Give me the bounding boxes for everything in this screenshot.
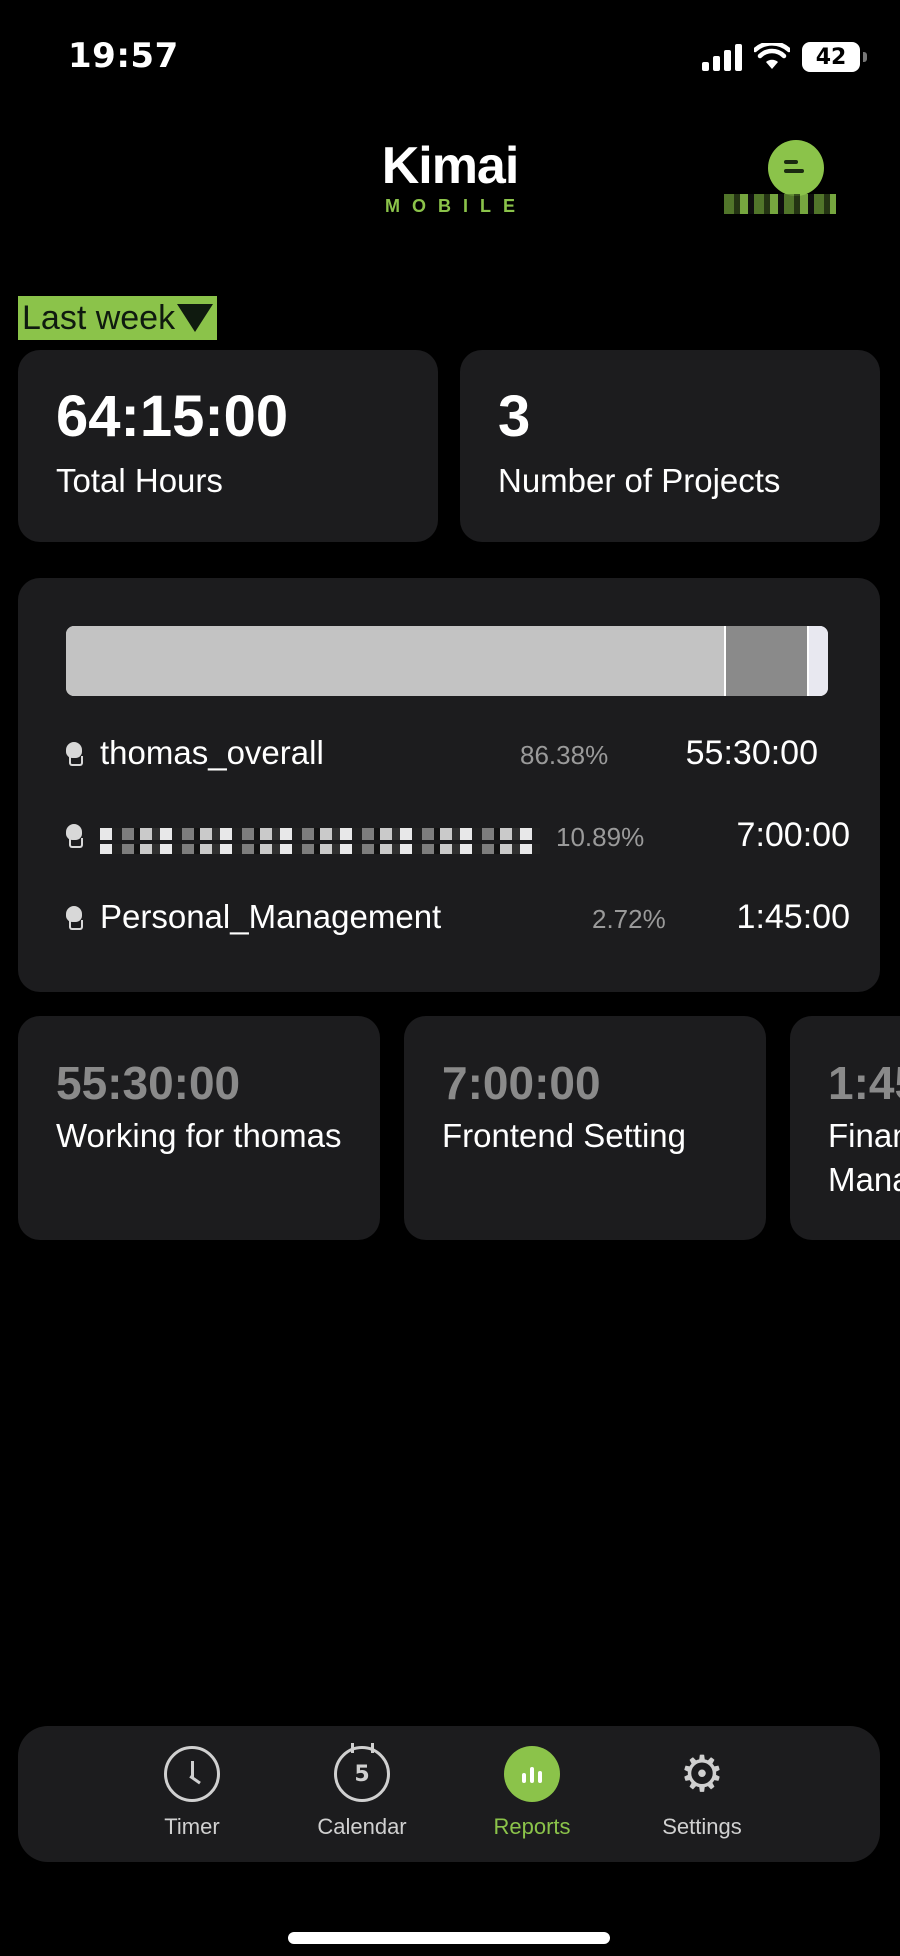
distribution-bar	[66, 626, 828, 696]
home-indicator	[288, 1932, 610, 1944]
nav-item-settings[interactable]: ⚙ Settings	[632, 1746, 772, 1840]
project-name: thomas_overall	[100, 734, 324, 771]
breakdown-row[interactable]: 10.89% 7:00:00	[66, 814, 850, 860]
calendar-icon: 5	[334, 1743, 390, 1802]
nav-label-reports: Reports	[493, 1814, 571, 1839]
project-icon	[66, 824, 83, 848]
gear-icon: ⚙	[679, 1745, 725, 1803]
project-time: 7:00:00	[736, 816, 850, 854]
avatar[interactable]	[768, 140, 824, 196]
project-time: 55:30:00	[685, 734, 818, 772]
project-card-time: 1:45:00	[828, 1057, 900, 1109]
breakdown-row[interactable]: Personal_Management 2.72% 1:45:00	[66, 896, 850, 942]
dropdown-arrow-icon	[177, 304, 214, 332]
status-bar: 19:57 42	[0, 0, 900, 110]
project-card-name: Working for thomas	[56, 1117, 342, 1154]
project-card[interactable]: 1:45:00 Financial Management	[790, 1016, 900, 1240]
period-label: Last week	[22, 298, 176, 337]
project-card[interactable]: 7:00:00 Frontend Setting	[404, 1016, 766, 1240]
nav-label-calendar: Calendar	[317, 1814, 407, 1839]
redacted-project-name	[100, 820, 540, 854]
project-percent: 86.38%	[520, 740, 609, 770]
period-selector[interactable]: Last week	[18, 296, 218, 340]
distribution-segment	[724, 626, 808, 696]
project-card-time: 7:00:00	[442, 1057, 601, 1109]
project-icon	[66, 742, 83, 766]
nav-label-timer: Timer	[164, 1814, 220, 1839]
status-time: 19:57	[68, 36, 179, 76]
breakdown-row[interactable]: thomas_overall 86.38% 55:30:00	[66, 732, 850, 778]
battery-icon: 42	[802, 42, 867, 72]
project-icon	[66, 906, 83, 930]
distribution-segment	[66, 626, 725, 696]
project-breakdown-card: thomas_overall 86.38% 55:30:00 10.89% 7:…	[18, 578, 880, 992]
project-count-label: Number of Projects	[498, 462, 781, 499]
project-name: Personal_Management	[100, 898, 442, 935]
nav-item-calendar[interactable]: 5 Calendar	[292, 1743, 432, 1840]
nav-label-settings: Settings	[662, 1814, 742, 1839]
cellular-signal-icon	[702, 43, 742, 71]
distribution-segment	[807, 626, 828, 696]
calendar-day: 5	[354, 1761, 370, 1787]
project-count-card: 3 Number of Projects	[460, 350, 880, 542]
project-card-time: 55:30:00	[56, 1057, 241, 1109]
project-count-value: 3	[498, 384, 531, 449]
project-time: 1:45:00	[736, 898, 850, 936]
project-card-name: Frontend Setting	[442, 1117, 686, 1154]
user-profile-button[interactable]	[720, 136, 870, 226]
clock-icon	[164, 1746, 220, 1802]
redacted-username	[724, 194, 836, 214]
total-hours-value: 64:15:00	[56, 384, 289, 449]
total-hours-label: Total Hours	[56, 462, 223, 499]
project-card[interactable]: 55:30:00 Working for thomas	[18, 1016, 380, 1240]
project-card-name: Financial Management	[828, 1117, 900, 1198]
nav-item-timer[interactable]: Timer	[122, 1746, 262, 1840]
total-hours-card: 64:15:00 Total Hours	[18, 350, 438, 542]
reports-icon	[504, 1746, 560, 1802]
project-percent: 2.72%	[592, 904, 666, 934]
nav-item-reports[interactable]: Reports	[462, 1746, 602, 1840]
battery-level: 42	[815, 44, 847, 70]
bottom-navigation: Timer 5 Calendar Reports ⚙ Settings	[18, 1726, 880, 1862]
status-icons: 42	[702, 42, 867, 72]
wifi-icon	[754, 43, 790, 69]
project-percent: 10.89%	[556, 822, 645, 852]
